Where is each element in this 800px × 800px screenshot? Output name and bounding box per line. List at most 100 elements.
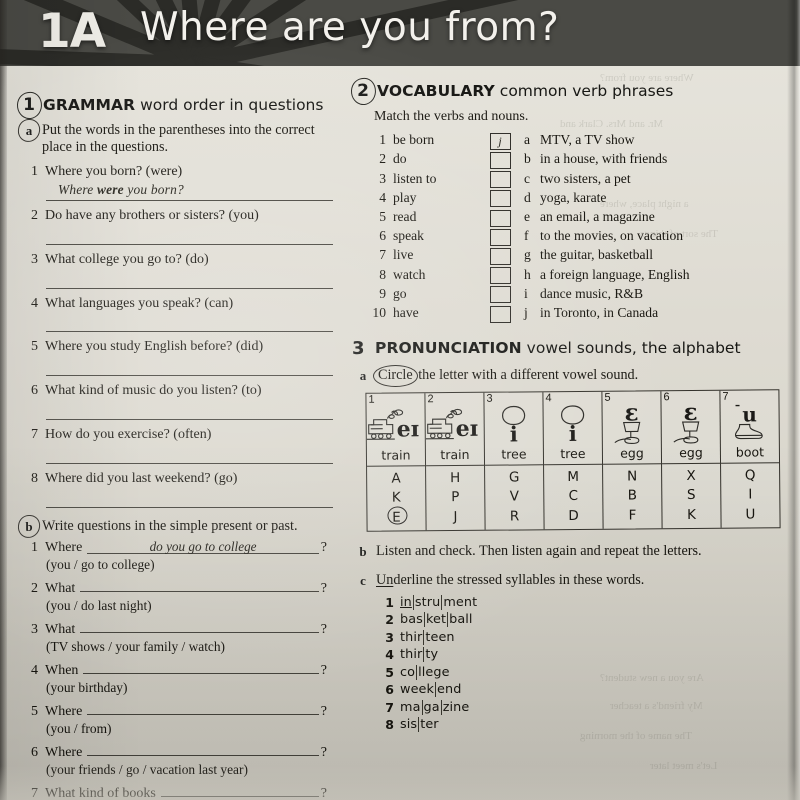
letters-list[interactable]: Q I U	[721, 462, 780, 528]
letter-option[interactable]: A	[391, 470, 400, 489]
example-word: egg	[620, 445, 644, 461]
letter-option[interactable]: N	[627, 468, 637, 487]
vowel-cell[interactable]: 2 eɪ train H P J	[425, 392, 486, 531]
stress-word-text: thir ty	[400, 647, 439, 663]
letter-option[interactable]: K	[392, 489, 401, 508]
answer-line-blank[interactable]	[46, 403, 333, 420]
verb-number: 3	[379, 170, 386, 186]
verb-row: 3 listen to	[364, 169, 482, 188]
match-answer-box[interactable]	[489, 190, 511, 208]
letters-list[interactable]: M C D	[544, 463, 603, 530]
svg-text:i: i	[510, 422, 518, 446]
letter-option[interactable]: R	[510, 507, 520, 526]
match-answer-box[interactable]	[489, 305, 511, 323]
letter-option-selected[interactable]: E	[392, 508, 401, 527]
match-answer-box[interactable]: j	[489, 132, 511, 150]
match-answer-box[interactable]	[489, 248, 511, 265]
answer-blank[interactable]	[160, 782, 319, 798]
letter-option[interactable]: M	[567, 468, 579, 487]
question-text: What college you go to? (do)	[45, 251, 209, 267]
match-answer-box[interactable]	[489, 267, 511, 285]
egg-picture-svg: ɛ	[673, 400, 700, 444]
letters-list[interactable]: H P J	[426, 464, 485, 531]
letter-option[interactable]: X	[686, 467, 695, 486]
letter-option[interactable]: D	[568, 507, 579, 526]
noun-row: j in Toronto, in Canada	[524, 303, 784, 322]
stress-word-row[interactable]: 1 in stru ment	[374, 594, 784, 610]
answer-blank[interactable]	[80, 577, 319, 593]
vowel-cell[interactable]: 3 i tree G V R	[484, 392, 545, 530]
stress-word-row[interactable]: 4 thir ty	[374, 647, 784, 663]
train-picture-svg: eɪ	[425, 408, 478, 442]
question-text: Where you study English before? (did)	[45, 339, 264, 355]
answer-blank[interactable]	[87, 700, 319, 716]
letter-option[interactable]: G	[509, 469, 520, 488]
train-picture-svg: eɪ	[366, 409, 419, 443]
part-c-instruction: Underline the stressed syllables in thes…	[374, 572, 644, 590]
tree-icon: i	[485, 404, 543, 446]
letter-option[interactable]: U	[745, 505, 755, 524]
verb-row: 1 be born	[364, 131, 482, 150]
egg-icon: ɛ	[603, 400, 661, 445]
verb-text: be born	[393, 132, 435, 148]
stress-word-row[interactable]: 3 thir teen	[374, 629, 784, 645]
answer-line-blank[interactable]	[46, 359, 333, 377]
match-answer-box[interactable]	[489, 171, 511, 189]
noun-row: h a foreign language, English	[524, 265, 784, 284]
vocabulary-title: VOCABULARY	[377, 82, 495, 100]
letter-option[interactable]: K	[687, 506, 696, 525]
letter-option[interactable]: V	[510, 488, 519, 507]
answer-line-filled[interactable]: Where were you born?	[46, 182, 333, 201]
stress-word-row[interactable]: 7 ma ga zine	[374, 699, 784, 715]
letter-option[interactable]: I	[748, 486, 752, 505]
part-b-instruction: Listen and check. Then listen again and …	[376, 543, 702, 560]
answer-line-blank[interactable]	[46, 228, 333, 245]
match-answer-box[interactable]	[489, 286, 511, 304]
stress-word-row[interactable]: 5 co llege	[374, 664, 784, 680]
answer-blank[interactable]: do you go to college	[87, 539, 319, 555]
page-left-shadow	[0, 0, 7, 800]
question-hint: (your birthday)	[46, 680, 128, 696]
vowel-cell[interactable]: 7 u boot Q I U	[720, 390, 780, 528]
vowel-cell[interactable]: 4 i tree M C D	[543, 391, 604, 530]
letter-option[interactable]: J	[453, 508, 457, 527]
letter-option[interactable]: H	[450, 469, 460, 488]
question-number: 8	[31, 470, 38, 486]
train-icon: eɪ	[425, 405, 484, 446]
stress-word-row[interactable]: 6 week end	[374, 682, 784, 698]
answer-blank[interactable]	[87, 741, 319, 757]
letters-list[interactable]: A K E	[367, 465, 426, 531]
letters-list[interactable]: N B F	[603, 463, 662, 529]
letter-option[interactable]: F	[629, 506, 637, 525]
answer-blank[interactable]	[83, 659, 319, 675]
stress-word-number: 3	[385, 629, 394, 645]
answer-line-blank[interactable]	[46, 491, 333, 508]
vowel-cell[interactable]: 5 ɛ egg N B F	[602, 391, 663, 529]
letter-option[interactable]: Q	[745, 467, 756, 486]
noun-letter: a	[524, 132, 531, 148]
answer-blank[interactable]	[80, 618, 319, 634]
circle-instruction-word: Circle	[373, 365, 418, 387]
question-mark: ?	[320, 786, 327, 800]
letters-list[interactable]: G V R	[485, 464, 544, 530]
vowel-cell[interactable]: 1 eɪ train A K E	[366, 393, 427, 531]
noun-letter: b	[524, 151, 531, 167]
letter-option[interactable]: B	[628, 487, 637, 506]
letter-option[interactable]: C	[569, 487, 579, 506]
question-hint: (you / do last night)	[46, 598, 152, 614]
letters-list[interactable]: X S K	[662, 462, 721, 529]
nouns-column: a MTV, a TV show b in a house, with friend…	[518, 131, 784, 323]
letter-option[interactable]: P	[451, 489, 459, 508]
stress-word-text: thir teen	[400, 629, 455, 645]
answer-line-blank[interactable]	[46, 447, 333, 464]
vowel-cell[interactable]: 6 ɛ egg X S K	[661, 390, 722, 529]
match-answer-box[interactable]	[489, 228, 511, 246]
stress-word-row[interactable]: 2 bas ket ball	[374, 612, 784, 628]
answer-line-blank[interactable]	[46, 272, 333, 289]
letter-option[interactable]: S	[687, 486, 696, 505]
answer-line-blank[interactable]	[46, 315, 333, 333]
match-answer-box[interactable]	[489, 209, 511, 227]
stress-word-row[interactable]: 8 sis ter	[374, 717, 784, 733]
question-number: 7	[31, 426, 38, 442]
match-answer-box[interactable]	[489, 152, 511, 170]
